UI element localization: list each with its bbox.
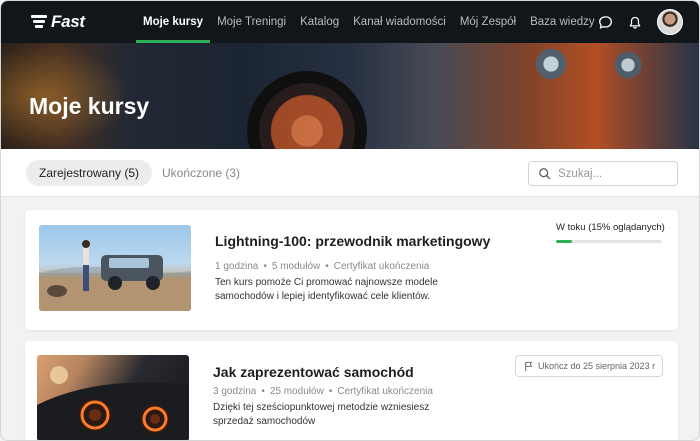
course-meta: 1 godzina • 5 modułów • Certyfikat ukończeni…: [215, 261, 429, 272]
course-thumbnail[interactable]: [37, 355, 189, 440]
due-date-text: Ukończ do 25 sierpnia 2023 r: [538, 361, 656, 371]
car-taillights-image: [37, 366, 189, 440]
course-modules: 25 modułów: [269, 386, 324, 397]
search-box[interactable]: [528, 161, 678, 186]
separator-dot: •: [328, 386, 333, 397]
chat-icon[interactable]: [597, 14, 613, 30]
nav-item-knowledge-base[interactable]: Baza wiedzy: [523, 1, 602, 43]
top-nav: Fast Moje kursy Moje Treningi Katalog Ka…: [1, 1, 699, 43]
filter-bar: Zarejestrowany (5) Ukończone (3): [1, 149, 699, 197]
nav-actions: [597, 1, 683, 43]
bell-icon[interactable]: [627, 14, 643, 30]
page-title: Moje kursy: [29, 93, 150, 119]
course-duration: 1 godzina: [215, 261, 259, 272]
nav-item-news-feed[interactable]: Kanał wiadomości: [346, 1, 453, 43]
nav-menu: Moje kursy Moje Treningi Katalog Kanał w…: [136, 1, 602, 43]
course-modules: 5 modułów: [271, 261, 321, 272]
due-date-badge: Ukończ do 25 sierpnia 2023 r: [515, 355, 663, 377]
nav-item-catalog[interactable]: Katalog: [293, 1, 346, 43]
separator-dot: •: [325, 261, 329, 272]
course-status: W toku (15% oglądanych): [556, 222, 665, 233]
course-title[interactable]: Lightning-100: przewodnik marketingowy: [215, 233, 490, 249]
tab-enrolled[interactable]: Zarejestrowany (5): [26, 160, 153, 186]
nav-item-my-trainings[interactable]: Moje Treningi: [210, 1, 293, 43]
separator-dot: •: [261, 386, 265, 397]
flag-icon: [525, 361, 532, 372]
course-duration: 3 godzina: [213, 386, 257, 397]
course-description: Dzięki tej sześciopunktowej metodzie wzn…: [213, 402, 430, 427]
suv-photo-image: [39, 240, 191, 311]
course-card[interactable]: Lightning-100: przewodnik marketingowy 1…: [25, 210, 678, 330]
tab-completed[interactable]: Ukończone (3): [149, 160, 253, 186]
progress-fill: [556, 240, 572, 243]
brand-name: Fast: [51, 12, 85, 31]
course-meta: 3 godzina • 25 modułów • Certyfikat ukończen…: [213, 386, 433, 397]
app-window: Fast Moje kursy Moje Treningi Katalog Ka…: [0, 0, 700, 441]
hero-banner: Moje kursy: [1, 43, 699, 149]
course-title[interactable]: Jak zaprezentować samochód: [213, 364, 414, 380]
nav-item-my-courses[interactable]: Moje kursy: [136, 1, 211, 43]
course-progress-bar: [556, 240, 662, 243]
separator-dot: •: [263, 261, 267, 272]
search-input[interactable]: [558, 167, 668, 180]
course-thumbnail[interactable]: [39, 225, 191, 311]
fast-logo-icon: [31, 15, 47, 29]
course-certificate: Certyfikat ukończenia: [333, 261, 430, 272]
nav-item-my-team[interactable]: Mój Zespół: [453, 1, 523, 43]
search-icon: [539, 168, 551, 180]
course-certificate: Certyfikat ukończenia: [337, 386, 433, 397]
brand-logo[interactable]: Fast: [31, 12, 117, 32]
user-avatar[interactable]: [657, 9, 683, 35]
course-description: Ten kurs pomoże Ci promować najnowsze mo…: [215, 277, 438, 302]
course-card[interactable]: Jak zaprezentować samochód 3 godzina • 25 …: [25, 341, 678, 440]
